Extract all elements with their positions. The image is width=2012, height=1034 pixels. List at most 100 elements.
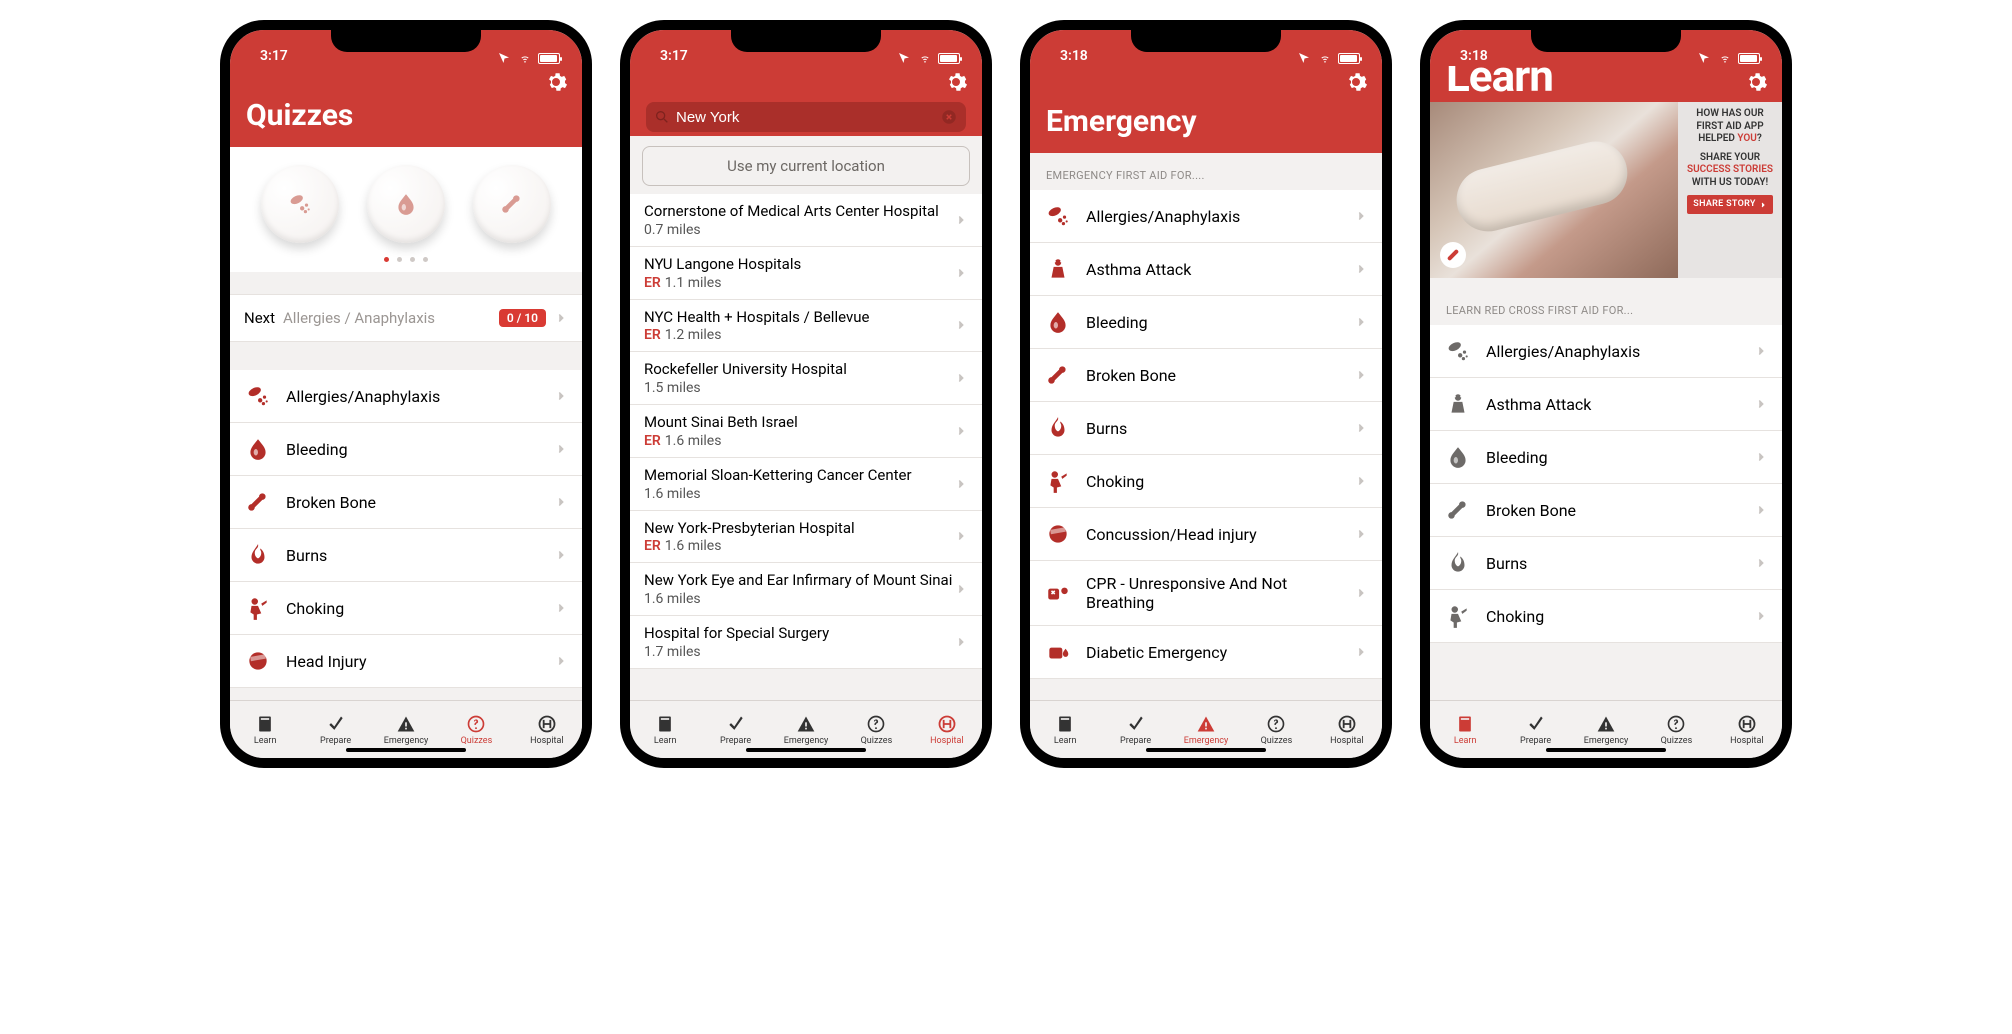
chevron-right-icon (954, 371, 968, 385)
quiz-topic-list: Allergies/Anaphylaxis Bleeding Broken Bo… (230, 370, 582, 688)
search-input[interactable] (676, 109, 934, 126)
wifi-icon (917, 52, 933, 64)
quiz-circle-allergy[interactable] (261, 165, 339, 243)
location-arrow-icon (496, 52, 512, 64)
p-head-icon (245, 648, 271, 674)
topic-row[interactable]: Head Injury (230, 635, 582, 688)
topic-row[interactable]: Burns (230, 529, 582, 582)
topic-label: Bleeding (1486, 448, 1740, 467)
topic-row[interactable]: Allergies/Anaphylaxis (1430, 325, 1782, 378)
quiz-circle-bleeding[interactable] (367, 165, 445, 243)
clear-icon[interactable] (940, 108, 958, 126)
p-blood-icon (1445, 444, 1471, 470)
chevron-right-icon (1354, 315, 1368, 329)
search-field[interactable] (646, 102, 966, 132)
topic-label: CPR - Unresponsive And Not Breathing (1086, 574, 1340, 612)
hospital-row[interactable]: Memorial Sloan-Kettering Cancer Center 1… (630, 458, 982, 511)
topic-row[interactable]: Choking (1430, 590, 1782, 643)
tab-learn[interactable]: Learn (630, 701, 700, 758)
tab-label: Emergency (1584, 736, 1629, 746)
quiz-carousel[interactable] (230, 147, 582, 249)
topic-row[interactable]: Bleeding (1030, 296, 1382, 349)
chevron-right-icon (1354, 262, 1368, 276)
topic-row[interactable]: Allergies/Anaphylaxis (230, 370, 582, 423)
tab-label: Hospital (530, 736, 563, 746)
topic-row[interactable]: Asthma Attack (1430, 378, 1782, 431)
topic-row[interactable]: Broken Bone (1430, 484, 1782, 537)
topic-row[interactable]: Burns (1030, 402, 1382, 455)
tab-label: Learn (1054, 736, 1077, 746)
topic-label: Diabetic Emergency (1086, 643, 1340, 662)
hospital-row[interactable]: Hospital for Special Surgery 1.7 miles (630, 616, 982, 669)
hospital-name: Memorial Sloan-Kettering Cancer Center (644, 466, 954, 485)
next-quiz-row[interactable]: Next Allergies / Anaphylaxis 0 / 10 (230, 294, 582, 342)
t-prepare-icon (1125, 714, 1147, 734)
topic-row[interactable]: CPR - Unresponsive And Not Breathing (1030, 561, 1382, 626)
chevron-right-icon (554, 601, 568, 615)
p-choke-icon (1045, 468, 1071, 494)
topic-row[interactable]: Bleeding (1430, 431, 1782, 484)
topic-label: Head Injury (286, 652, 540, 671)
settings-button[interactable] (1744, 70, 1768, 98)
tab-hospital[interactable]: Hospital (512, 701, 582, 758)
quiz-circle-bone[interactable] (473, 165, 551, 243)
topic-label: Burns (1486, 554, 1740, 573)
chevron-right-icon (954, 318, 968, 332)
p-head-icon (1045, 521, 1071, 547)
wifi-icon (1717, 52, 1733, 64)
tab-hospital[interactable]: Hospital (1712, 701, 1782, 758)
hospital-row[interactable]: NYC Health + Hospitals / Bellevue ER1.2 … (630, 300, 982, 353)
banner-image (1430, 102, 1678, 278)
topic-row[interactable]: Burns (1430, 537, 1782, 590)
tab-learn[interactable]: Learn (1030, 701, 1100, 758)
topic-row[interactable]: Choking (230, 582, 582, 635)
t-hospital-icon (1336, 714, 1358, 734)
topic-row[interactable]: Diabetic Emergency (1030, 626, 1382, 679)
topic-row[interactable]: Broken Bone (230, 476, 582, 529)
topic-label: Bleeding (1086, 313, 1340, 332)
progress-badge: 0 / 10 (499, 309, 546, 327)
hospital-distance: 1.6 miles (644, 486, 954, 502)
tab-label: Prepare (1120, 736, 1151, 746)
topic-row[interactable]: Choking (1030, 455, 1382, 508)
hospital-row[interactable]: NYU Langone Hospitals ER1.1 miles (630, 247, 982, 300)
hospital-list: Cornerstone of Medical Arts Center Hospi… (630, 194, 982, 669)
home-indicator (346, 748, 466, 752)
tab-learn[interactable]: Learn (230, 701, 300, 758)
learn-topic-list: Allergies/Anaphylaxis Asthma Attack Blee… (1430, 325, 1782, 643)
hospital-row[interactable]: Cornerstone of Medical Arts Center Hospi… (630, 194, 982, 247)
tab-hospital[interactable]: Hospital (912, 701, 982, 758)
status-time: 3:18 (1460, 48, 1488, 64)
promo-banner[interactable]: HOW HAS OUR FIRST AID APP HELPED YOU? SH… (1430, 102, 1782, 278)
topic-row[interactable]: Concussion/Head injury (1030, 508, 1382, 561)
use-location-button[interactable]: Use my current location (642, 146, 970, 186)
tab-hospital[interactable]: Hospital (1312, 701, 1382, 758)
tab-label: Quizzes (461, 736, 493, 746)
hospital-distance: ER1.1 miles (644, 275, 954, 291)
tab-label: Emergency (1184, 736, 1229, 746)
location-arrow-icon (1296, 52, 1312, 64)
chevron-right-icon (1754, 609, 1768, 623)
tab-learn[interactable]: Learn (1430, 701, 1500, 758)
settings-button[interactable] (944, 70, 968, 98)
hospital-row[interactable]: Rockefeller University Hospital 1.5 mile… (630, 352, 982, 405)
wifi-icon (517, 52, 533, 64)
topic-row[interactable]: Allergies/Anaphylaxis (1030, 190, 1382, 243)
battery-icon (1738, 53, 1760, 64)
topic-row[interactable]: Broken Bone (1030, 349, 1382, 402)
tab-label: Learn (254, 736, 277, 746)
hospital-row[interactable]: Mount Sinai Beth Israel ER1.6 miles (630, 405, 982, 458)
topic-row[interactable]: Asthma Attack (1030, 243, 1382, 296)
tab-label: Prepare (1520, 736, 1551, 746)
hospital-row[interactable]: New York Eye and Ear Infirmary of Mount … (630, 563, 982, 616)
topic-row[interactable]: Bleeding (230, 423, 582, 476)
share-story-button[interactable]: SHARE STORY (1687, 195, 1772, 214)
p-bone-icon (1045, 362, 1071, 388)
gear-icon (1344, 70, 1368, 94)
settings-button[interactable] (1344, 70, 1368, 98)
search-icon (654, 109, 670, 125)
chevron-right-icon (954, 213, 968, 227)
settings-button[interactable] (544, 70, 568, 98)
t-quizzes-icon (1265, 714, 1287, 734)
hospital-row[interactable]: New York-Presbyterian Hospital ER1.6 mil… (630, 511, 982, 564)
